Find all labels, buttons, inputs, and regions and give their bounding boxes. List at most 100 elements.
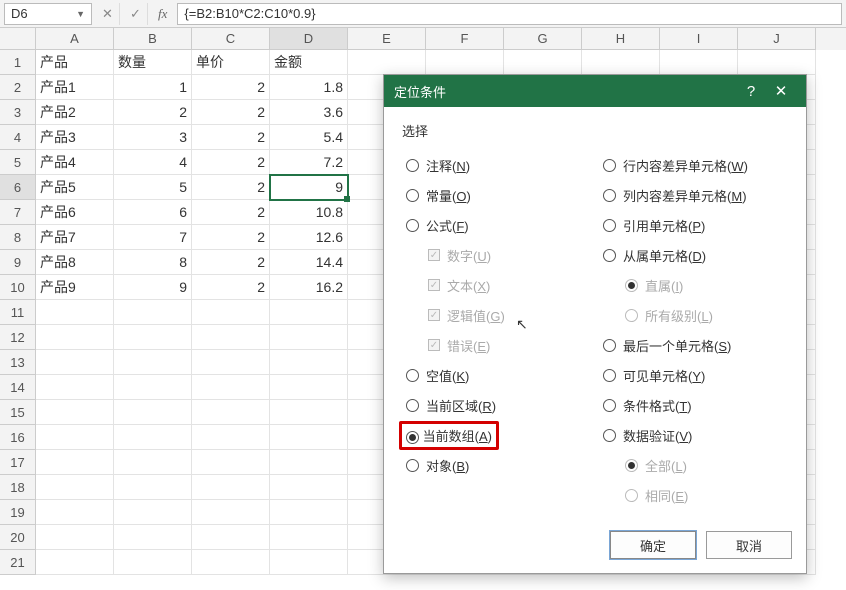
cell-D16[interactable] [270, 425, 348, 450]
cell-A6[interactable]: 产品5 [36, 175, 114, 200]
cell-B15[interactable] [114, 400, 192, 425]
cell-D13[interactable] [270, 350, 348, 375]
cell-D5[interactable]: 7.2 [270, 150, 348, 175]
cell-B1[interactable]: 数量 [114, 50, 192, 75]
cell-C14[interactable] [192, 375, 270, 400]
cancel-button[interactable]: 取消 [706, 531, 792, 559]
row-header-14[interactable]: 14 [0, 375, 36, 400]
cell-E1[interactable] [348, 50, 426, 75]
cell-C20[interactable] [192, 525, 270, 550]
row-header-21[interactable]: 21 [0, 550, 36, 575]
cell-A12[interactable] [36, 325, 114, 350]
cell-D17[interactable] [270, 450, 348, 475]
cell-B19[interactable] [114, 500, 192, 525]
cell-A18[interactable] [36, 475, 114, 500]
cell-C16[interactable] [192, 425, 270, 450]
row-header-17[interactable]: 17 [0, 450, 36, 475]
option-k[interactable]: 空值(K) [402, 360, 591, 390]
cell-D8[interactable]: 12.6 [270, 225, 348, 250]
cell-A1[interactable]: 产品 [36, 50, 114, 75]
name-box[interactable]: D6 ▼ [4, 3, 92, 25]
dialog-titlebar[interactable]: 定位条件 ? ✕ [384, 75, 806, 107]
cell-D14[interactable] [270, 375, 348, 400]
col-header-H[interactable]: H [582, 28, 660, 50]
cell-I1[interactable] [660, 50, 738, 75]
name-box-dropdown-icon[interactable]: ▼ [76, 9, 85, 19]
cell-D6[interactable]: 9 [270, 175, 348, 200]
cell-A3[interactable]: 产品2 [36, 100, 114, 125]
col-header-E[interactable]: E [348, 28, 426, 50]
cell-C17[interactable] [192, 450, 270, 475]
cell-A11[interactable] [36, 300, 114, 325]
col-header-C[interactable]: C [192, 28, 270, 50]
accept-formula-icon[interactable]: ✓ [124, 3, 148, 25]
cell-D3[interactable]: 3.6 [270, 100, 348, 125]
row-header-4[interactable]: 4 [0, 125, 36, 150]
cell-A15[interactable] [36, 400, 114, 425]
cell-C18[interactable] [192, 475, 270, 500]
cell-A14[interactable] [36, 375, 114, 400]
fx-icon[interactable]: fx [152, 6, 173, 22]
row-header-1[interactable]: 1 [0, 50, 36, 75]
cell-A2[interactable]: 产品1 [36, 75, 114, 100]
row-header-9[interactable]: 9 [0, 250, 36, 275]
cell-D20[interactable] [270, 525, 348, 550]
cell-C12[interactable] [192, 325, 270, 350]
cell-D10[interactable]: 16.2 [270, 275, 348, 300]
cell-B2[interactable]: 1 [114, 75, 192, 100]
cell-C2[interactable]: 2 [192, 75, 270, 100]
cell-B13[interactable] [114, 350, 192, 375]
cell-D21[interactable] [270, 550, 348, 575]
cell-C4[interactable]: 2 [192, 125, 270, 150]
cell-B20[interactable] [114, 525, 192, 550]
col-header-F[interactable]: F [426, 28, 504, 50]
row-header-16[interactable]: 16 [0, 425, 36, 450]
cell-D9[interactable]: 14.4 [270, 250, 348, 275]
cell-C19[interactable] [192, 500, 270, 525]
row-header-15[interactable]: 15 [0, 400, 36, 425]
cell-J1[interactable] [738, 50, 816, 75]
cell-B4[interactable]: 3 [114, 125, 192, 150]
cell-B14[interactable] [114, 375, 192, 400]
option-s[interactable]: 最后一个单元格(S) [599, 330, 788, 360]
cell-D15[interactable] [270, 400, 348, 425]
cell-D1[interactable]: 金额 [270, 50, 348, 75]
option-d[interactable]: 从属单元格(D) [599, 240, 788, 270]
cell-B12[interactable] [114, 325, 192, 350]
cell-D4[interactable]: 5.4 [270, 125, 348, 150]
cell-C11[interactable] [192, 300, 270, 325]
cell-C8[interactable]: 2 [192, 225, 270, 250]
cell-C13[interactable] [192, 350, 270, 375]
cell-A10[interactable]: 产品9 [36, 275, 114, 300]
cell-A16[interactable] [36, 425, 114, 450]
cell-C21[interactable] [192, 550, 270, 575]
cell-A19[interactable] [36, 500, 114, 525]
cell-B18[interactable] [114, 475, 192, 500]
cell-B21[interactable] [114, 550, 192, 575]
select-all-corner[interactable] [0, 28, 36, 50]
cell-C15[interactable] [192, 400, 270, 425]
cell-A9[interactable]: 产品8 [36, 250, 114, 275]
option-b[interactable]: 对象(B) [402, 450, 591, 480]
row-header-19[interactable]: 19 [0, 500, 36, 525]
option-r[interactable]: 当前区域(R) [402, 390, 591, 420]
dialog-help-button[interactable]: ? [736, 83, 766, 100]
cell-C7[interactable]: 2 [192, 200, 270, 225]
row-header-12[interactable]: 12 [0, 325, 36, 350]
cell-B17[interactable] [114, 450, 192, 475]
cell-B11[interactable] [114, 300, 192, 325]
cell-A17[interactable] [36, 450, 114, 475]
cell-C5[interactable]: 2 [192, 150, 270, 175]
row-header-7[interactable]: 7 [0, 200, 36, 225]
option-f[interactable]: 公式(F) [402, 210, 591, 240]
row-header-20[interactable]: 20 [0, 525, 36, 550]
cell-B8[interactable]: 7 [114, 225, 192, 250]
cell-B16[interactable] [114, 425, 192, 450]
cell-D2[interactable]: 1.8 [270, 75, 348, 100]
col-header-D[interactable]: D [270, 28, 348, 50]
cell-D7[interactable]: 10.8 [270, 200, 348, 225]
cell-A4[interactable]: 产品3 [36, 125, 114, 150]
option-a[interactable]: 当前数组(A) [402, 420, 591, 450]
cell-D18[interactable] [270, 475, 348, 500]
row-header-11[interactable]: 11 [0, 300, 36, 325]
